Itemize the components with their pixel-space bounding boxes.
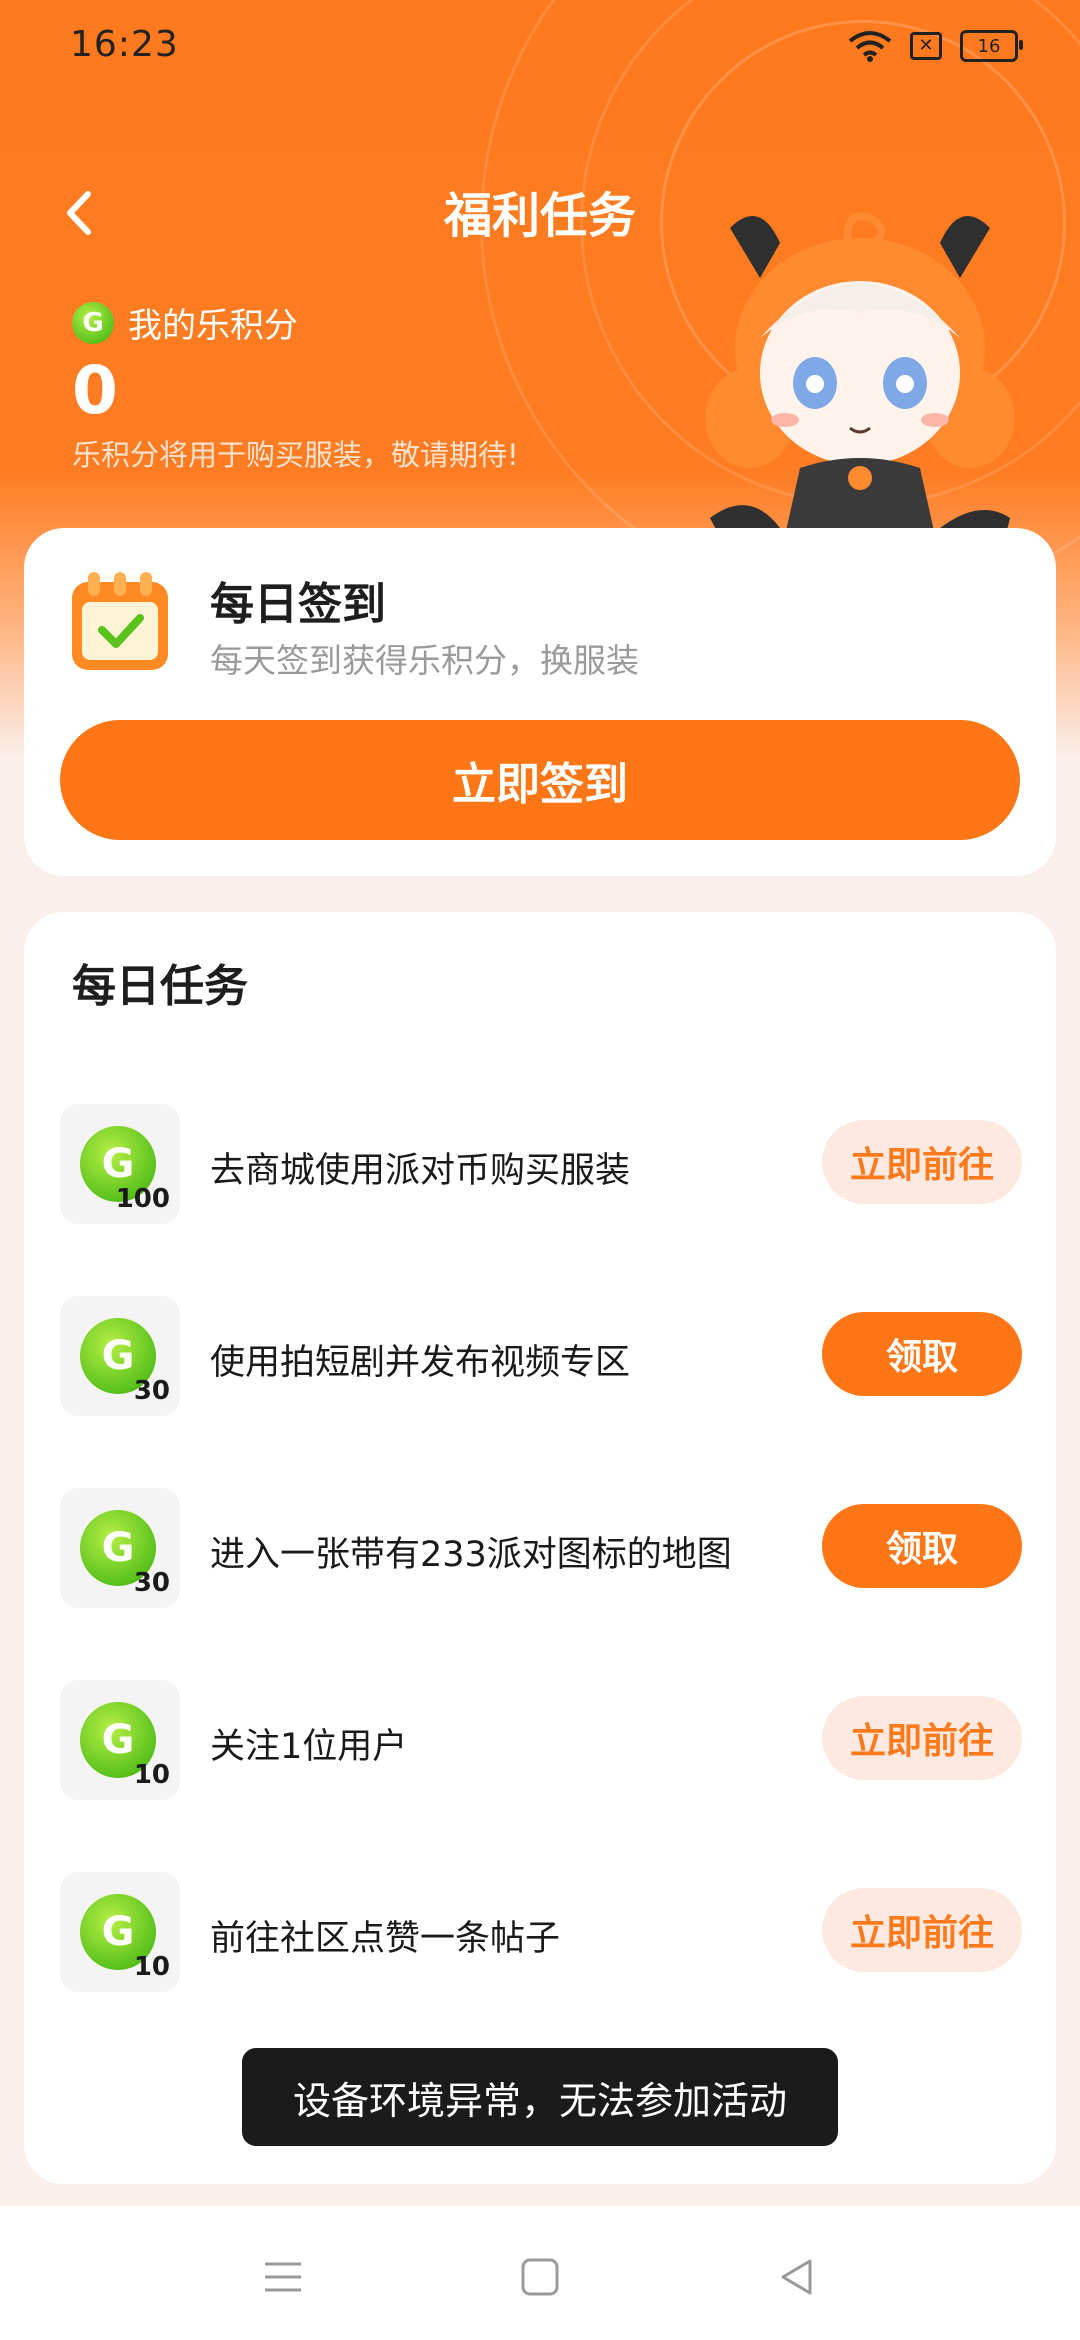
no-sim-icon: ✕ — [910, 32, 942, 60]
task-claim-button[interactable]: 领取 — [822, 1312, 1022, 1396]
task-row: G 10 关注1位用户 立即前往 — [24, 1680, 1056, 1800]
daily-tasks-title: 每日任务 — [72, 961, 248, 1012]
task-points: 10 — [133, 1952, 170, 1982]
task-reward-icon: G 10 — [60, 1680, 180, 1800]
task-points: 30 — [133, 1568, 170, 1598]
mascot-illustration — [705, 212, 1015, 568]
task-go-button[interactable]: 立即前往 — [822, 1888, 1022, 1972]
points-value: 0 — [72, 352, 118, 429]
task-reward-icon: G 100 — [60, 1104, 180, 1224]
task-go-button[interactable]: 立即前往 — [822, 1696, 1022, 1780]
task-reward-icon: G 30 — [60, 1488, 180, 1608]
task-row: G 100 去商城使用派对币购买服装 立即前往 — [24, 1104, 1056, 1224]
checkin-title: 每日签到 — [210, 579, 386, 630]
coin-icon: G — [72, 301, 114, 344]
task-label: 去商城使用派对币购买服装 — [210, 1151, 631, 1191]
task-row: G 30 进入一张带有233派对图标的地图 领取 — [24, 1488, 1056, 1608]
system-nav-bar — [0, 2206, 1080, 2340]
checkin-subtitle: 每天签到获得乐积分，换服装 — [210, 641, 639, 680]
status-time: 16:23 — [70, 24, 179, 65]
status-bar: 16:23 ✕ 16 — [0, 0, 1080, 96]
task-points: 10 — [133, 1760, 170, 1790]
checkin-button[interactable]: 立即签到 — [60, 720, 1020, 840]
task-label: 进入一张带有233派对图标的地图 — [210, 1535, 732, 1575]
task-row: G 30 使用拍短剧并发布视频专区 领取 — [24, 1296, 1056, 1416]
task-go-button[interactable]: 立即前往 — [822, 1120, 1022, 1204]
wifi-icon — [848, 31, 892, 62]
task-row: G 10 前往社区点赞一条帖子 立即前往 — [24, 1872, 1056, 1992]
task-label: 关注1位用户 — [210, 1727, 408, 1767]
battery-icon: 16 — [960, 30, 1023, 62]
menu-icon[interactable] — [262, 2256, 304, 2298]
points-label: 我的乐积分 — [128, 306, 298, 346]
task-claim-button[interactable]: 领取 — [822, 1504, 1022, 1588]
points-note: 乐积分将用于购买服装，敬请期待! — [72, 438, 519, 472]
task-reward-icon: G 30 — [60, 1296, 180, 1416]
task-reward-icon: G 10 — [60, 1872, 180, 1992]
task-points: 30 — [133, 1376, 170, 1406]
task-label: 前往社区点赞一条帖子 — [210, 1919, 561, 1959]
calendar-check-icon — [72, 572, 168, 670]
toast-message: 设备环境异常，无法参加活动 — [242, 2048, 838, 2146]
back-icon[interactable] — [776, 2256, 818, 2298]
daily-tasks-card: 每日任务 G 100 去商城使用派对币购买服装 立即前往 G 30 使用拍短剧并… — [24, 912, 1056, 2184]
task-points: 100 — [115, 1184, 170, 1214]
checkin-card: 每日签到 每天签到获得乐积分，换服装 立即签到 — [24, 528, 1056, 876]
battery-level: 16 — [977, 35, 1001, 57]
points-label-row: G 我的乐积分 — [72, 298, 298, 347]
home-icon[interactable] — [519, 2256, 561, 2298]
task-label: 使用拍短剧并发布视频专区 — [210, 1343, 631, 1383]
